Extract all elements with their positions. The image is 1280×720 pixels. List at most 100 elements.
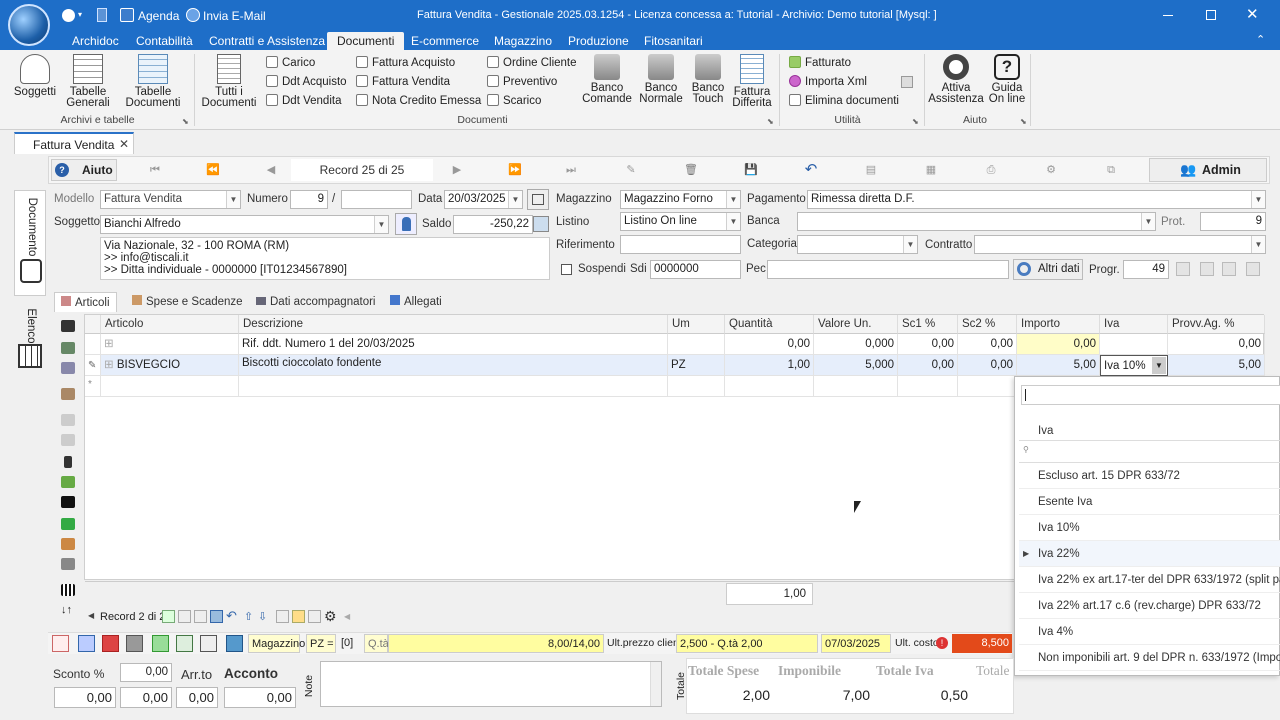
altri-dati-button[interactable]: Altri dati [1013,259,1083,280]
quick-access-dropdown-icon[interactable]: ▾ [78,10,82,19]
contratto-select[interactable]: ▼ [974,235,1266,254]
banco-touch-button[interactable]: Banco Touch [688,54,728,105]
next-page-icon[interactable]: ⏩ [505,159,525,181]
print-icon[interactable] [1200,262,1214,276]
search-icon[interactable] [61,320,75,332]
calculator-small-icon[interactable] [901,76,913,88]
filter-icon[interactable] [308,610,321,623]
progr-input[interactable]: 49 [1123,260,1169,279]
sconto-value-field[interactable]: 0,00 [54,687,116,708]
numero-suffix-input[interactable] [341,190,412,209]
iva-search-input[interactable] [1021,385,1280,405]
calculator-icon[interactable] [97,8,107,22]
tab-contabilita[interactable]: Contabilità [130,32,199,50]
copy-doc-icon[interactable]: ⧉ [1101,159,1121,181]
delete-record-icon[interactable]: 🗑 [681,159,701,181]
status-tool-icon[interactable] [200,635,217,652]
help-button[interactable]: ? Aiuto [51,159,117,181]
cell-valore[interactable]: 5,000 [814,355,898,376]
cell-sc1[interactable]: 0,00 [898,334,958,355]
brush-icon[interactable] [61,342,75,354]
prev-page-icon[interactable]: ⏪ [203,159,223,181]
new-row-cell[interactable] [958,376,1017,397]
group-expand-icon[interactable]: ⬊ [912,117,919,126]
chevron-down-icon[interactable]: ▼ [508,191,522,208]
iva-option[interactable]: Iva 22% ex art.17-ter del DPR 633/1972 (… [1019,567,1280,593]
col-header-provv[interactable]: Provv.Ag. % [1168,315,1265,334]
save-row-icon[interactable] [210,610,223,623]
nota-credito-button[interactable]: Nota Credito Emessa [356,93,481,109]
numero-input[interactable]: 9 [290,190,328,209]
arrotondamento-field[interactable]: 0,00 [176,687,218,708]
next-record-icon[interactable]: ▶ [447,159,467,181]
chevron-down-icon[interactable]: ▼ [726,191,740,208]
highlight-icon[interactable] [292,610,305,623]
scarico-button[interactable]: Scarico [487,93,541,109]
acconto-field[interactable]: 0,00 [224,687,296,708]
disabled-icon[interactable] [61,434,75,446]
delete-row-icon[interactable] [178,610,191,623]
first-record-icon[interactable]: ⏮ [145,159,165,181]
chevron-down-icon[interactable]: ▼ [903,236,917,253]
edit-row-icon[interactable]: ✎ [85,355,101,376]
iva-cell-editor[interactable]: Iva 10% ▼ [1100,355,1168,376]
soggetti-button[interactable]: Soggetti [10,54,60,98]
tab-contratti[interactable]: Contratti e Assistenza [203,32,331,50]
guida-online-button[interactable]: ? Guida On line [986,54,1028,105]
status-tool-icon[interactable] [152,635,169,652]
collapse-ribbon-icon[interactable]: ⌃ [1256,33,1265,46]
col-header-iva[interactable]: Iva [1100,315,1168,334]
new-row-cell[interactable] [101,376,239,397]
col-header-importo[interactable]: Importo [1017,315,1100,334]
sdi-input[interactable]: 0000000 [650,260,741,279]
saldo-detail-icon[interactable] [533,216,549,232]
new-record-icon[interactable]: ✎ [621,159,641,181]
admin-button[interactable]: 👥 Admin [1149,158,1267,182]
banco-comande-button[interactable]: Banco Comande [580,54,634,105]
iva-filter-row[interactable]: ⚲ [1019,441,1280,463]
chevron-down-icon[interactable]: ▼ [226,191,240,208]
send-email-button[interactable]: Invia E-Mail [203,9,266,23]
fattura-differita-button[interactable]: Fattura Differita [730,54,774,109]
cell-sc1[interactable]: 0,00 [898,355,958,376]
cell-articolo[interactable]: ⊞ BISVEGCIO [101,355,239,376]
row-handle[interactable] [85,334,101,355]
pen-icon[interactable] [64,456,72,468]
col-header-descrizione[interactable]: Descrizione [239,315,668,334]
cell-descrizione[interactable]: Biscotti cioccolato fondente [239,355,668,376]
chevron-down-icon[interactable]: ▼ [374,216,388,233]
sospendi-checkbox[interactable] [561,264,572,275]
new-row-cell[interactable] [898,376,958,397]
iva-dropdown-button[interactable]: ▼ [1152,357,1166,374]
attach-icon[interactable] [1246,262,1260,276]
col-header-sc1[interactable]: Sc1 % [898,315,958,334]
attiva-assistenza-button[interactable]: Attiva Assistenza [928,54,984,105]
minimize-icon[interactable] [1163,15,1173,16]
copy-icon[interactable] [61,362,75,374]
cell-provv[interactable]: 5,00 [1168,355,1265,376]
ddt-vendita-button[interactable]: Ddt Vendita [266,93,341,109]
col-header-um[interactable]: Um [668,315,725,334]
barcode-icon[interactable] [61,584,75,596]
importa-xml-button[interactable]: Importa Xml [789,74,867,90]
magazzino-select[interactable]: Magazzino Forno ▼ [620,190,741,209]
prot-input[interactable]: 9 [1200,212,1266,231]
ordine-cliente-button[interactable]: Ordine Cliente [487,55,577,71]
sconto-amount-field[interactable]: 0,00 [120,687,172,708]
status-tool-icon[interactable] [226,635,243,652]
undo-row-icon[interactable]: ↶ [226,608,237,624]
status-tool-icon[interactable] [176,635,193,652]
chevron-down-icon[interactable]: ▼ [1251,236,1265,253]
banco-normale-button[interactable]: Banco Normale [636,54,686,105]
cell-quantita[interactable]: 0,00 [725,334,814,355]
carico-button[interactable]: Carico [266,55,315,71]
modello-select[interactable]: Fattura Vendita ▼ [100,190,241,209]
col-header-quantita[interactable]: Quantità [725,315,814,334]
import-row-icon[interactable] [61,518,75,530]
document-tab[interactable]: Fattura Vendita ✕ [14,132,134,154]
tabelle-generali-button[interactable]: Tabelle Generali [62,54,114,109]
cell-descrizione[interactable]: Rif. ddt. Numero 1 del 20/03/2025 [239,334,668,355]
disabled-icon[interactable] [61,414,75,426]
tab-dati-accompagnatori[interactable]: Dati accompagnatori [250,292,381,312]
note-textarea[interactable] [320,661,662,707]
